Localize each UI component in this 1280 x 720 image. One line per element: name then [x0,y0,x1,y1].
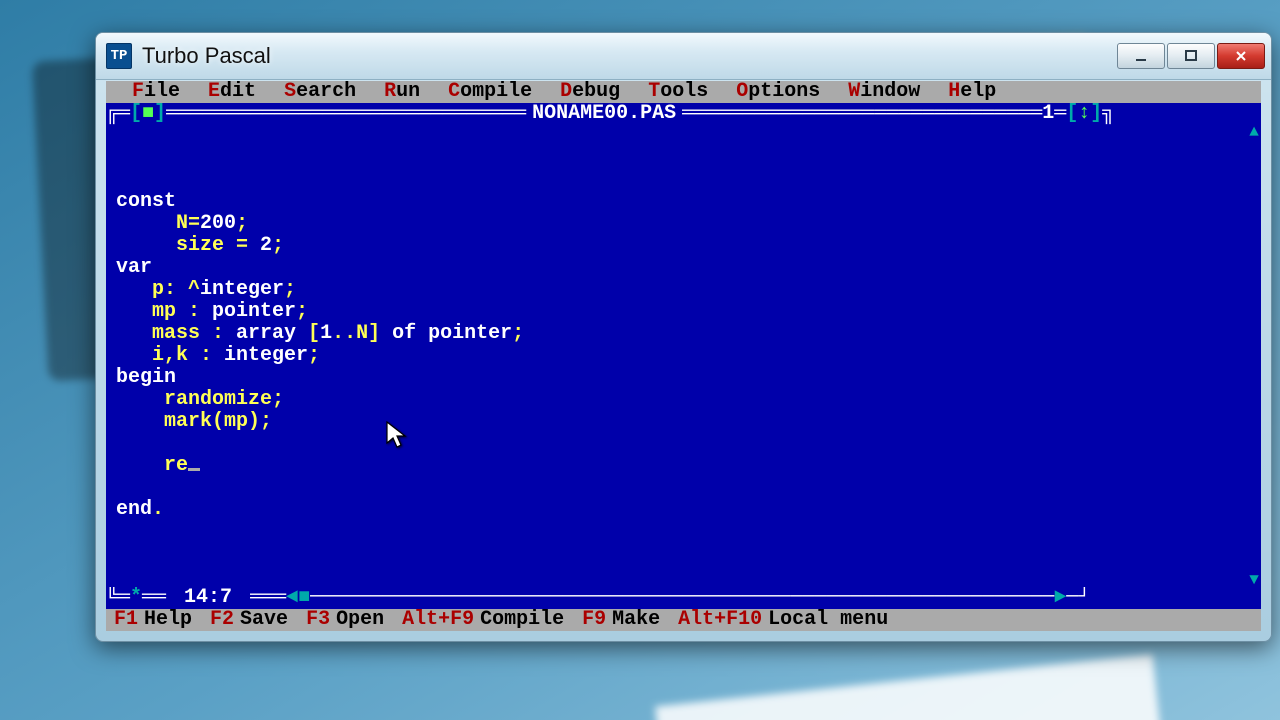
dos-screen: FileEditSearchRunCompileDebugToolsOption… [106,81,1261,631]
bg-decoration [655,654,1165,720]
window-number: 1 [1042,104,1054,124]
code-line[interactable]: N=200; [116,213,1261,235]
menu-item-help[interactable]: Help [934,82,1010,102]
menubar[interactable]: FileEditSearchRunCompileDebugToolsOption… [106,81,1261,103]
editor-frame-bottom: ╚═*══ 14:7 ═══◄■────────────────────────… [106,587,1261,609]
app-icon: TP [106,43,132,69]
cursor-position: 14:7 [178,588,238,608]
status-hint[interactable]: F3Open [306,610,384,630]
code-line[interactable] [116,477,1261,499]
app-window: TP Turbo Pascal FileEditSearchRunCompile… [95,32,1272,642]
window-title: Turbo Pascal [142,43,1117,69]
close-button[interactable] [1217,43,1265,69]
status-hint[interactable]: Alt+F10Local menu [678,610,888,630]
desktop: TP Turbo Pascal FileEditSearchRunCompile… [0,0,1280,720]
code-line[interactable]: end. [116,499,1261,521]
minimize-icon [1134,49,1148,63]
code-line[interactable]: i,k : integer; [116,345,1261,367]
status-hint[interactable]: F1Help [114,610,192,630]
code-line[interactable]: begin [116,367,1261,389]
menu-item-tools[interactable]: Tools [634,82,722,102]
scroll-up-arrow[interactable]: ▲ [1247,125,1261,139]
code-line[interactable]: var [116,257,1261,279]
window-buttons [1117,43,1265,69]
code-line[interactable]: p: ^integer; [116,279,1261,301]
status-hint[interactable]: F9Make [582,610,660,630]
code-line[interactable]: re [116,455,1261,477]
code-line[interactable]: randomize; [116,389,1261,411]
menu-item-run[interactable]: Run [370,82,434,102]
close-icon [1234,49,1248,63]
code-line[interactable]: const [116,191,1261,213]
menu-item-debug[interactable]: Debug [546,82,634,102]
statusbar: F1Help F2Save F3Open Alt+F9Compile F9Make Alt… [106,609,1261,631]
editor-frame-top: ╔═[■]══════════════════════════════NONAM… [106,103,1261,125]
minimize-button[interactable] [1117,43,1165,69]
status-hint[interactable]: Alt+F9Compile [402,610,564,630]
menu-item-window[interactable]: Window [834,82,934,102]
titlebar[interactable]: TP Turbo Pascal [96,33,1271,80]
vertical-scrollbar[interactable]: ▲ ▼ [1247,125,1261,587]
scroll-down-arrow[interactable]: ▼ [1247,573,1261,587]
code-line[interactable]: mass : array [1..N] of pointer; [116,323,1261,345]
status-hint[interactable]: F2Save [210,610,288,630]
code-line[interactable] [116,433,1261,455]
menu-item-compile[interactable]: Compile [434,82,546,102]
menu-item-options[interactable]: Options [722,82,834,102]
menu-item-search[interactable]: Search [270,82,370,102]
text-cursor [188,468,200,471]
maximize-button[interactable] [1167,43,1215,69]
menu-item-file[interactable]: File [118,82,194,102]
code-editor[interactable]: ▲ ▼ const N=200; size = 2;var p: ^intege… [106,125,1261,587]
client-area: FileEditSearchRunCompileDebugToolsOption… [106,81,1261,631]
code-line[interactable]: mark(mp); [116,411,1261,433]
current-filename: NONAME00.PAS [526,104,682,124]
code-line[interactable]: size = 2; [116,235,1261,257]
menu-item-edit[interactable]: Edit [194,82,270,102]
maximize-icon [1184,49,1198,63]
code-line[interactable]: mp : pointer; [116,301,1261,323]
